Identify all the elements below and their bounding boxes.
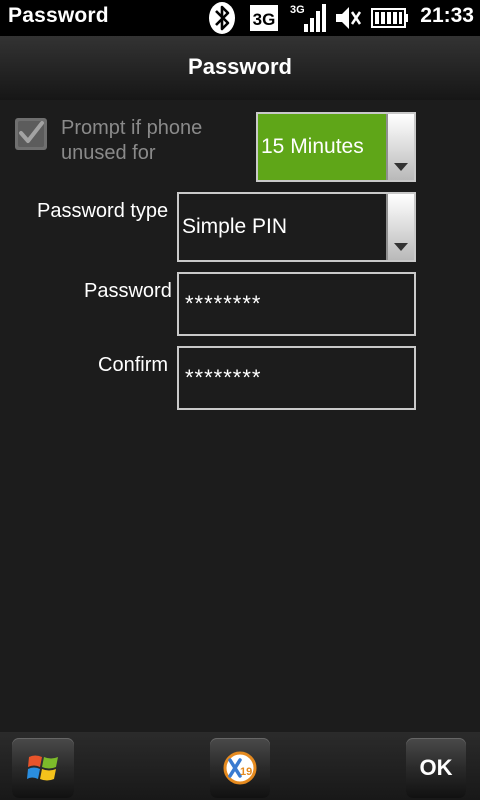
network-3g-icon: 3G — [250, 5, 278, 31]
timeout-dropdown[interactable]: 15 Minutes — [256, 112, 416, 182]
signal-strength-icon: 3G — [290, 4, 326, 32]
page-title: Password — [188, 54, 292, 79]
prompt-checkbox[interactable] — [14, 117, 48, 151]
signal-3g-label: 3G — [290, 4, 305, 16]
svg-text:19: 19 — [240, 766, 252, 778]
confirm-password-field[interactable]: ******** — [177, 346, 416, 410]
password-field[interactable]: ******** — [177, 272, 416, 336]
status-bar[interactable]: Password 3G 3G 21:33 — [0, 0, 480, 36]
network-3g-label: 3G — [253, 10, 276, 29]
bottom-bar: 19 OK — [0, 732, 480, 800]
battery-icon — [371, 8, 408, 28]
chevron-down-icon — [394, 163, 408, 171]
confirm-label: Confirm — [98, 354, 169, 376]
windows-start-icon — [27, 755, 58, 781]
ok-button[interactable]: OK — [406, 738, 466, 798]
screen: Password 3G 3G 21:33 Password Prompt if … — [0, 0, 480, 800]
chevron-down-icon — [394, 243, 408, 251]
password-label: Password — [84, 280, 172, 302]
x19-app-button[interactable]: 19 — [210, 738, 270, 798]
password-type-value: Simple PIN — [182, 215, 288, 238]
start-button[interactable] — [12, 738, 74, 798]
timeout-value: 15 Minutes — [258, 114, 386, 180]
app-title: Password — [8, 4, 109, 27]
password-type-dropdown[interactable]: Simple PIN — [177, 192, 416, 262]
page-header: Password — [0, 36, 480, 100]
volume-icon — [336, 7, 362, 29]
timeout-dropdown-button[interactable] — [386, 114, 414, 180]
password-type-label: Password type — [37, 200, 169, 222]
bluetooth-icon — [209, 2, 235, 34]
password-type-dropdown-button[interactable] — [386, 194, 414, 260]
x19-app-icon: 19 — [223, 751, 257, 785]
clock: 21:33 — [420, 4, 474, 27]
prompt-label: Prompt if phone unused for — [61, 117, 203, 164]
